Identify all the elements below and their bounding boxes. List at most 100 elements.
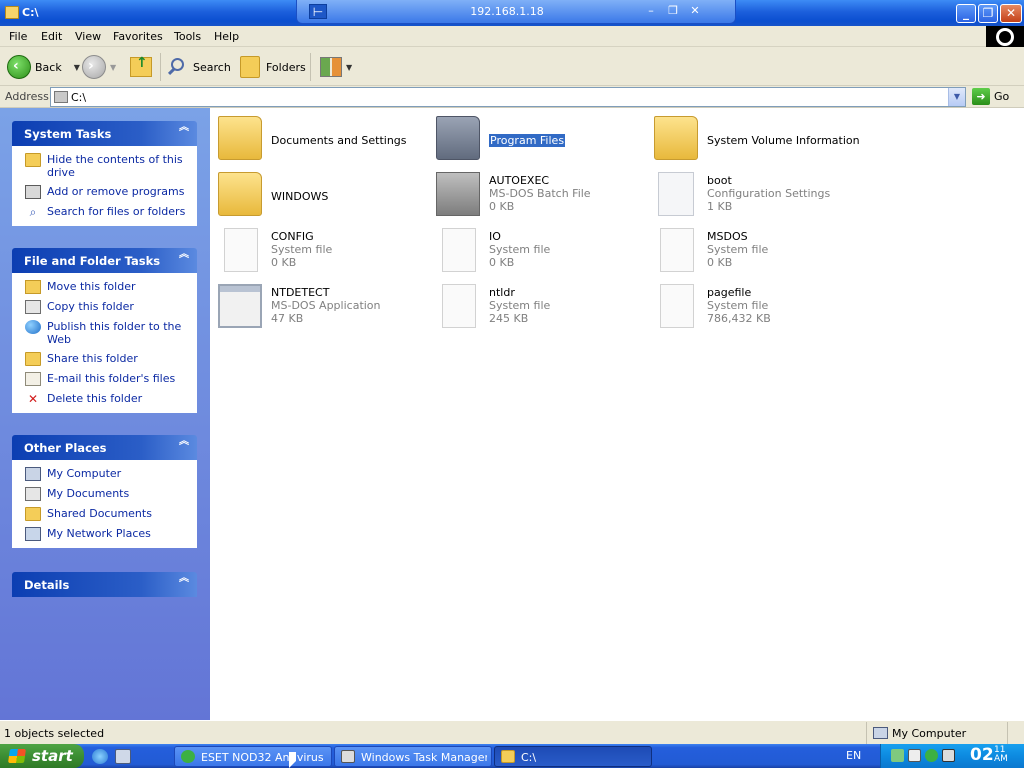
task-button-explorer[interactable]: C:\ xyxy=(494,746,652,767)
remote-minimize-button[interactable]: – xyxy=(643,4,659,18)
clock-hour[interactable]: 02 xyxy=(970,745,994,765)
clock-ampm: AM xyxy=(994,754,1008,764)
place-my-documents[interactable]: My Documents xyxy=(25,487,190,501)
language-indicator[interactable]: EN xyxy=(846,749,861,762)
task-label[interactable]: E-mail this folder's files xyxy=(47,372,175,385)
file-size: 0 KB xyxy=(707,256,733,269)
task-publish-folder[interactable]: Publish this folder to the Web xyxy=(25,320,190,346)
file-folder-tasks-header[interactable]: File and Folder Tasks ︽ xyxy=(12,248,197,273)
task-hide-drive-contents[interactable]: Hide the contents of this drive xyxy=(25,153,190,179)
minimize-button[interactable]: _ xyxy=(956,4,976,23)
task-label[interactable]: Share this folder xyxy=(47,352,138,365)
address-input[interactable]: C:\ ▼ xyxy=(50,87,966,107)
panel-title: System Tasks xyxy=(24,127,112,141)
task-button-eset[interactable]: ESET NOD32 Antivirus xyxy=(174,746,332,767)
address-value[interactable]: C:\ xyxy=(71,91,86,104)
task-button-task-manager[interactable]: Windows Task Manager xyxy=(334,746,492,767)
collapse-icon[interactable]: ︽ xyxy=(179,123,189,133)
network-tray-icon[interactable] xyxy=(891,749,904,762)
up-folder-button[interactable]: ↑ xyxy=(130,54,152,80)
file-item[interactable]: System Volume Information xyxy=(650,112,860,162)
file-item[interactable]: IO System file 0 KB xyxy=(432,224,642,274)
chevron-down-icon[interactable]: ▼ xyxy=(110,63,116,72)
task-add-remove-programs[interactable]: Add or remove programs xyxy=(25,185,190,199)
file-item[interactable]: Documents and Settings xyxy=(214,112,424,162)
place-label[interactable]: My Computer xyxy=(47,467,121,480)
other-places-panel: Other Places ︽ My Computer My Documents … xyxy=(12,435,197,548)
file-item[interactable]: boot Configuration Settings 1 KB xyxy=(650,168,860,218)
details-header[interactable]: Details ︽ xyxy=(12,572,197,597)
task-label[interactable]: Publish this folder to the Web xyxy=(47,320,190,346)
task-move-folder[interactable]: Move this folder xyxy=(25,280,190,294)
collapse-icon[interactable]: ︽ xyxy=(179,437,189,447)
clock-minutes[interactable]: 11 AM xyxy=(994,746,1008,764)
panel-title: File and Folder Tasks xyxy=(24,254,161,268)
file-item[interactable]: Program Files xyxy=(432,112,642,162)
menu-file[interactable]: File xyxy=(9,30,27,43)
task-label[interactable]: Hide the contents of this drive xyxy=(47,153,190,179)
tray-icon[interactable] xyxy=(908,749,921,762)
task-copy-folder[interactable]: Copy this folder xyxy=(25,300,190,314)
task-label[interactable]: Move this folder xyxy=(47,280,136,293)
task-manager-tray-icon[interactable] xyxy=(942,749,955,762)
mouse-cursor-icon xyxy=(289,752,296,768)
task-label[interactable]: Search for files or folders xyxy=(47,205,185,218)
folders-button[interactable]: Folders xyxy=(240,54,306,80)
chevron-down-icon[interactable]: ▼ xyxy=(346,63,352,72)
views-button[interactable]: ▼ xyxy=(320,54,352,80)
folder-icon xyxy=(5,6,19,19)
place-label[interactable]: Shared Documents xyxy=(47,507,152,520)
remote-restore-button[interactable]: ❐ xyxy=(665,4,681,18)
search-button[interactable]: Search xyxy=(167,54,231,80)
back-button[interactable]: ‹ Back ▼ xyxy=(7,54,80,80)
eset-tray-icon[interactable] xyxy=(925,749,938,762)
chevron-down-icon[interactable]: ▼ xyxy=(74,63,80,72)
file-item[interactable]: pagefile System file 786,432 KB xyxy=(650,280,860,330)
task-label[interactable]: Add or remove programs xyxy=(47,185,185,198)
menu-help[interactable]: Help xyxy=(214,30,239,43)
task-label[interactable]: Delete this folder xyxy=(47,392,142,405)
forward-button[interactable]: › ▼ xyxy=(82,54,116,80)
collapse-icon[interactable]: ︽ xyxy=(179,250,189,260)
maximize-button[interactable]: ❐ xyxy=(978,4,998,23)
up-folder-icon: ↑ xyxy=(130,55,152,77)
file-name: NTDETECT xyxy=(271,286,330,299)
task-delete-folder[interactable]: ✕ Delete this folder xyxy=(25,392,190,406)
remote-close-button[interactable]: ✕ xyxy=(687,4,703,18)
file-item[interactable]: AUTOEXEC MS-DOS Batch File 0 KB xyxy=(432,168,642,218)
place-my-network-places[interactable]: My Network Places xyxy=(25,527,190,541)
place-label[interactable]: My Network Places xyxy=(47,527,151,540)
task-search-files[interactable]: ⌕ Search for files or folders xyxy=(25,205,190,219)
file-item[interactable]: WINDOWS xyxy=(214,168,424,218)
file-size: 245 KB xyxy=(489,312,529,325)
menu-favorites[interactable]: Favorites xyxy=(113,30,163,43)
place-shared-documents[interactable]: Shared Documents xyxy=(25,507,190,521)
computer-icon xyxy=(25,467,41,481)
expand-icon[interactable]: ︽ xyxy=(179,574,189,584)
config-file-icon xyxy=(658,172,694,216)
file-item[interactable]: CONFIG System file 0 KB xyxy=(214,224,424,274)
other-places-header[interactable]: Other Places ︽ xyxy=(12,435,197,460)
task-share-folder[interactable]: Share this folder xyxy=(25,352,190,366)
close-button[interactable]: ✕ xyxy=(1000,4,1022,23)
file-item[interactable]: ntldr System file 245 KB xyxy=(432,280,642,330)
task-email-files[interactable]: E-mail this folder's files xyxy=(25,372,190,386)
menu-view[interactable]: View xyxy=(75,30,101,43)
start-button[interactable]: start xyxy=(0,744,84,768)
internet-explorer-icon[interactable] xyxy=(92,749,108,764)
menu-edit[interactable]: Edit xyxy=(41,30,62,43)
place-my-computer[interactable]: My Computer xyxy=(25,467,190,481)
network-icon xyxy=(25,527,41,541)
file-type: MS-DOS Application xyxy=(271,299,381,312)
file-name: CONFIG xyxy=(271,230,314,243)
file-item[interactable]: NTDETECT MS-DOS Application 47 KB xyxy=(214,280,424,330)
address-dropdown-button[interactable]: ▼ xyxy=(948,88,965,106)
file-item[interactable]: MSDOS System file 0 KB xyxy=(650,224,860,274)
menu-tools[interactable]: Tools xyxy=(174,30,201,43)
place-label[interactable]: My Documents xyxy=(47,487,129,500)
toolbar-separator xyxy=(160,53,161,81)
task-label[interactable]: Copy this folder xyxy=(47,300,134,313)
show-desktop-icon[interactable] xyxy=(115,749,131,764)
system-tasks-header[interactable]: System Tasks ︽ xyxy=(12,121,197,146)
go-button[interactable]: ➜ Go xyxy=(972,88,1009,105)
